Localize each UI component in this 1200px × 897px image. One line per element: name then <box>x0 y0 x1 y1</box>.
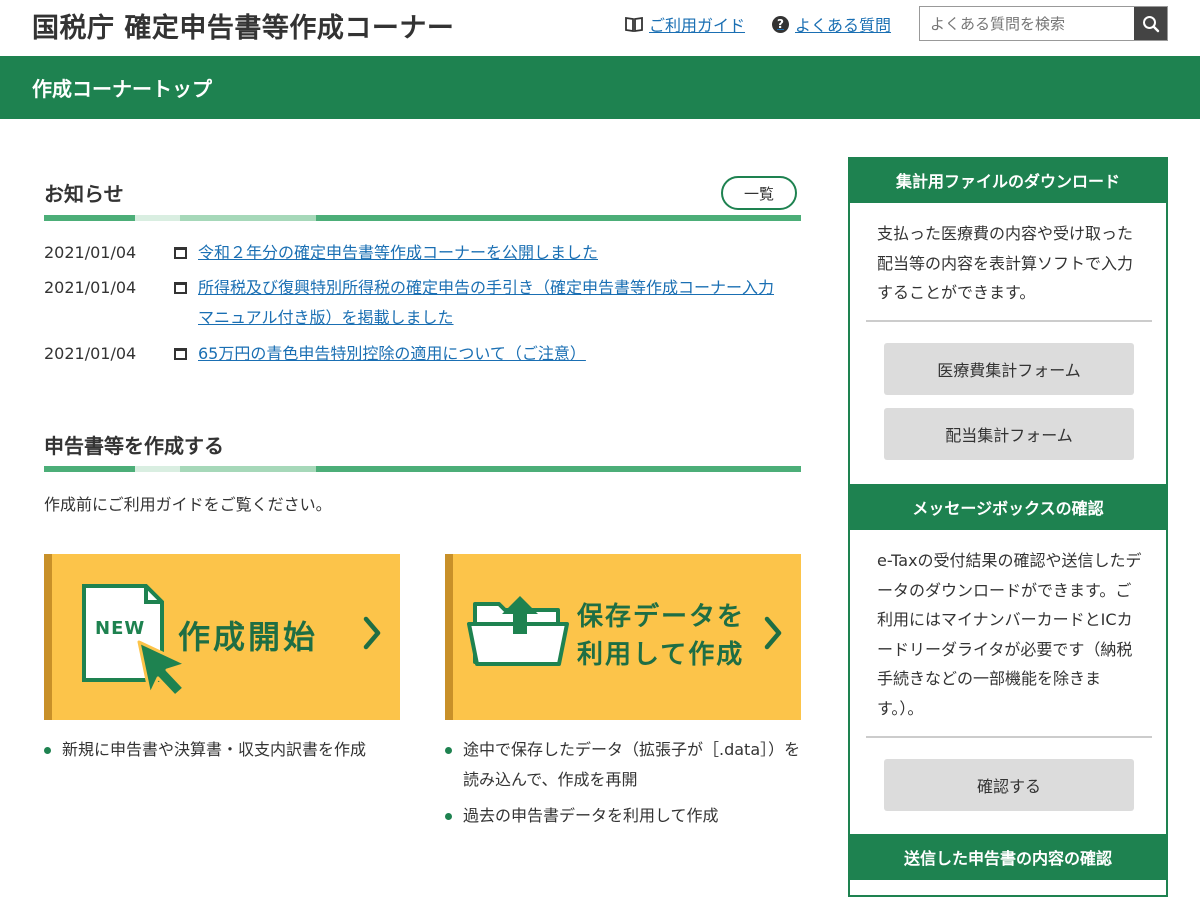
resume-data-button[interactable]: 保存データを 利用して作成 <box>445 554 801 720</box>
guide-link[interactable]: ご利用ガイド <box>625 12 745 36</box>
confirm-button[interactable]: 確認する <box>884 759 1134 811</box>
list-item: 新規に申告書や決算書・収支内訳書を作成 <box>44 735 400 765</box>
news-item: 2021/01/04 65万円の青色申告特別控除の適用について（ご注意） <box>44 339 788 369</box>
site-header: 国税庁 確定申告書等作成コーナー ご利用ガイド ? よくある質問 <box>0 0 1200 56</box>
book-icon <box>625 15 643 33</box>
news-list-button[interactable]: 一覧 <box>721 176 797 210</box>
search-icon <box>1142 15 1159 32</box>
news-divider <box>44 215 801 221</box>
list-item: 途中で保存したデータ（拡張子が［.data］）を読み込んで、作成を再開 <box>445 735 805 795</box>
new-document-icon <box>82 584 188 698</box>
faq-link-label[interactable]: よくある質問 <box>795 12 891 36</box>
download-description: 支払った医療費の内容や受け取った配当等の内容を表計算ソフトで入力することができま… <box>877 224 1134 302</box>
divider <box>866 320 1152 322</box>
create-divider <box>44 466 801 472</box>
page-title: 作成コーナートップ <box>32 77 212 101</box>
create-start-button[interactable]: NEW 作成開始 <box>44 554 400 720</box>
create-bullets: 新規に申告書や決算書・収支内訳書を作成 <box>44 735 400 765</box>
resume-label-line1: 保存データを <box>577 602 746 632</box>
faq-link[interactable]: ? よくある質問 <box>772 12 891 36</box>
news-item: 2021/01/04 令和２年分の確定申告書等作成コーナーを公開しました <box>44 238 788 268</box>
news-link[interactable]: 65万円の青色申告特別控除の適用について（ご注意） <box>198 339 788 369</box>
news-date: 2021/01/04 <box>44 344 137 363</box>
download-heading: 集計用ファイルのダウンロード <box>848 157 1168 203</box>
faq-search <box>919 6 1168 41</box>
news-date: 2021/01/04 <box>44 278 137 297</box>
site-title[interactable]: 国税庁 確定申告書等作成コーナー <box>32 6 454 45</box>
sidebar: 集計用ファイルのダウンロード 支払った医療費の内容や受け取った配当等の内容を表計… <box>848 157 1168 897</box>
search-input[interactable] <box>920 7 1134 40</box>
news-heading: お知らせ <box>44 182 124 206</box>
messagebox-description: e-Taxの受付結果の確認や送信したデータのダウンロードができます。ご利用にはマ… <box>877 551 1142 718</box>
divider <box>866 736 1152 738</box>
create-start-label: 作成開始 <box>178 618 319 656</box>
resume-data-label: 保存データを 利用して作成 <box>577 598 745 674</box>
messagebox-heading: メッセージボックスの確認 <box>848 484 1168 530</box>
resume-bullets: 途中で保存したデータ（拡張子が［.data］）を読み込んで、作成を再開 過去の申… <box>445 735 805 831</box>
list-item: 過去の申告書データを利用して作成 <box>445 801 805 831</box>
window-icon <box>174 339 198 369</box>
dividend-form-button[interactable]: 配当集計フォーム <box>884 408 1134 460</box>
resume-label-line2: 利用して作成 <box>577 640 745 670</box>
folder-upload-icon <box>467 596 569 666</box>
news-link[interactable]: 令和２年分の確定申告書等作成コーナーを公開しました <box>198 238 788 268</box>
window-icon <box>174 238 198 268</box>
guide-link-label[interactable]: ご利用ガイド <box>649 12 745 36</box>
sent-return-heading: 送信した申告書の内容の確認 <box>848 834 1168 880</box>
new-badge: NEW <box>95 618 146 639</box>
news-item: 2021/01/04 所得税及び復興特別所得税の確定申告の手引き（確定申告書等作… <box>44 273 788 333</box>
window-icon <box>174 273 198 333</box>
page-title-bar: 作成コーナートップ <box>0 56 1200 119</box>
question-icon: ? <box>772 15 789 33</box>
news-date: 2021/01/04 <box>44 243 137 262</box>
chevron-right-icon <box>764 616 782 650</box>
medical-expense-form-button[interactable]: 医療費集計フォーム <box>884 343 1134 395</box>
search-button[interactable] <box>1134 7 1167 40</box>
chevron-right-icon <box>363 616 381 650</box>
create-heading: 申告書等を作成する <box>44 434 224 458</box>
create-intro: 作成前にご利用ガイドをご覧ください。 <box>44 495 332 514</box>
news-link[interactable]: 所得税及び復興特別所得税の確定申告の手引き（確定申告書等作成コーナー入力マニュア… <box>198 273 788 333</box>
